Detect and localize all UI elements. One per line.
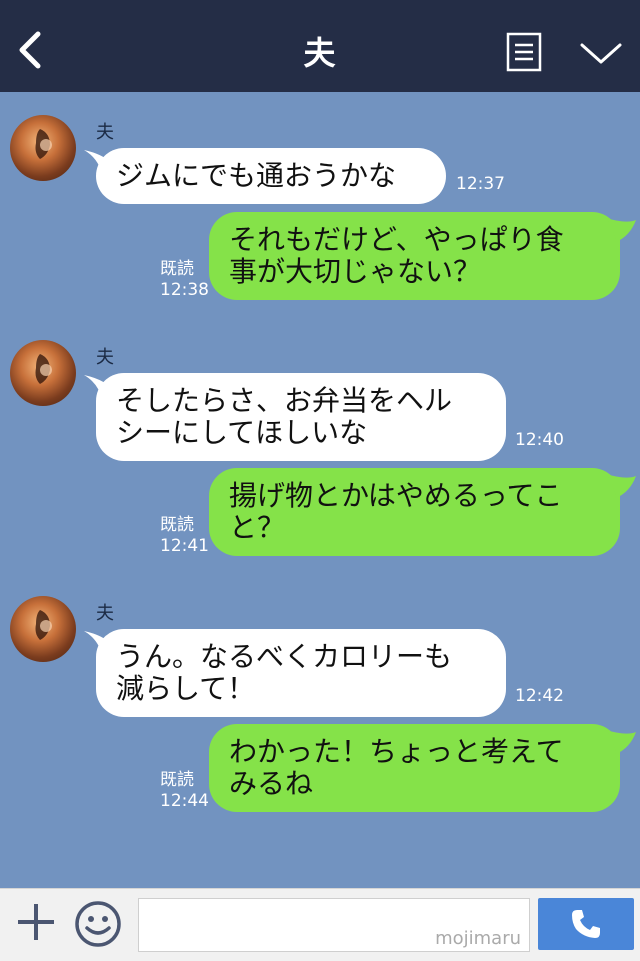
sender-name: 夫 [96, 603, 114, 624]
bubble-tail [606, 474, 636, 498]
sent-message-bubble[interactable]: それもだけど、やっぱり食 事が大切じゃない？ [209, 212, 620, 300]
received-message-bubble[interactable]: ジムにでも通おうかな [96, 148, 446, 204]
message-text: それもだけど、やっぱり食 事が大切じゃない？ [229, 223, 564, 288]
message-text: わかった！ちょっと考えて みるね [229, 735, 564, 800]
bubble-tail [606, 730, 636, 754]
sender-name: 夫 [96, 347, 114, 368]
sent-message-bubble[interactable]: 揚げ物とかはやめるってこ と？ [209, 468, 620, 556]
read-label: 既読 [160, 259, 194, 279]
read-label: 既読 [160, 515, 194, 535]
avatar[interactable] [10, 596, 76, 662]
message-time: 12:37 [456, 174, 505, 194]
chat-title: 夫 [303, 34, 337, 72]
read-status: 既読 12:41 [160, 515, 209, 557]
smile-icon[interactable] [74, 900, 122, 948]
message-text: ジムにでも通おうかな [116, 159, 397, 192]
message-text: うん。なるべくカロリーも 減らして！ [116, 640, 453, 705]
message-text: そしたらさ、お弁当をヘル シーにしてほしいな [116, 384, 453, 449]
message-time: 12:44 [160, 791, 209, 811]
menu-list-icon[interactable] [506, 32, 542, 72]
message-time: 12:41 [160, 536, 209, 556]
phone-icon [572, 910, 600, 938]
sent-message-bubble[interactable]: わかった！ちょっと考えて みるね [209, 724, 620, 812]
message-time: 12:42 [515, 686, 564, 706]
avatar[interactable] [10, 340, 76, 406]
watermark-text: mojimaru [435, 928, 521, 949]
message-time: 12:40 [515, 430, 564, 450]
sender-name: 夫 [96, 122, 114, 143]
read-label: 既読 [160, 770, 194, 790]
read-status: 既読 12:38 [160, 259, 209, 301]
read-status: 既読 12:44 [160, 770, 209, 812]
message-time: 12:38 [160, 280, 209, 300]
received-message-bubble[interactable]: そしたらさ、お弁当をヘル シーにしてほしいな [96, 373, 506, 461]
message-text: 揚げ物とかはやめるってこ と？ [229, 479, 563, 544]
chat-header: 夫 [0, 0, 640, 92]
message-input[interactable]: mojimaru [138, 898, 530, 952]
chevron-down-icon[interactable] [579, 40, 623, 68]
plus-icon[interactable] [16, 902, 56, 942]
avatar[interactable] [10, 115, 76, 181]
received-message-bubble[interactable]: うん。なるべくカロリーも 減らして！ [96, 629, 506, 717]
bubble-tail [606, 218, 636, 242]
call-button[interactable] [538, 898, 634, 950]
